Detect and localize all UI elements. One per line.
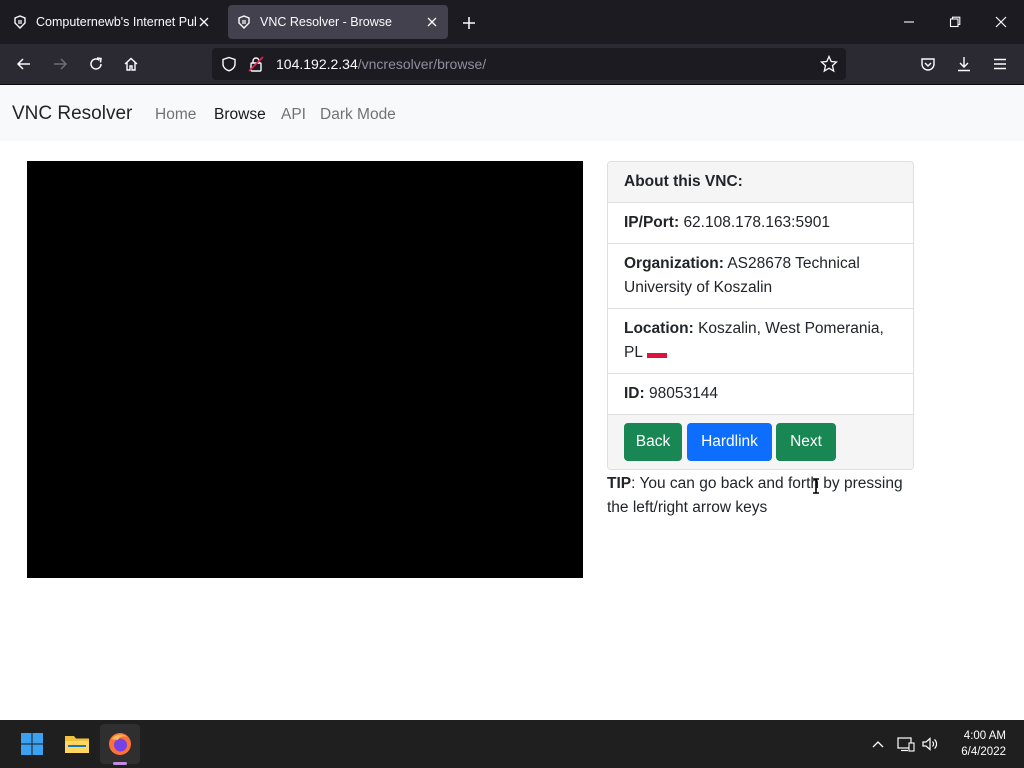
site-navbar: VNC Resolver Home Browse API Dark Mode: [0, 85, 1024, 141]
tab-title: VNC Resolver - Browse: [260, 15, 392, 29]
home-icon: [124, 57, 138, 71]
menu-button[interactable]: [986, 50, 1014, 78]
organization-row: Organization: AS28678 Technical Universi…: [608, 244, 913, 309]
speaker-icon: [922, 737, 938, 751]
close-icon: [995, 16, 1007, 28]
forward-button[interactable]: [46, 50, 74, 78]
url-bar[interactable]: 104.192.2.34/vncresolver/browse/: [212, 48, 846, 80]
text-cursor-icon: [813, 478, 819, 494]
pocket-icon: [921, 58, 935, 71]
nav-link-browse[interactable]: Browse: [214, 106, 266, 124]
arrow-right-icon: [54, 58, 68, 70]
browser-tab-bar: Computernewb's Internet Pub H VNC Resolv…: [0, 0, 1024, 44]
url-text[interactable]: 104.192.2.34/vncresolver/browse/: [276, 56, 486, 72]
vnc-info-card: About this VNC: IP/Port: 62.108.178.163:…: [607, 161, 914, 470]
home-button[interactable]: [117, 50, 145, 78]
tab-title: Computernewb's Internet Pub H: [36, 15, 196, 29]
id-label: ID:: [624, 385, 645, 402]
id-value: 98053144: [648, 385, 718, 402]
back-page-button[interactable]: Back: [624, 423, 682, 461]
clock-time: 4:00 AM: [963, 730, 1006, 742]
nav-link-home[interactable]: Home: [155, 106, 196, 124]
start-button[interactable]: [12, 724, 52, 764]
id-row: ID: 98053144: [608, 374, 913, 415]
insecure-lock-icon[interactable]: [248, 56, 264, 72]
tip-body: : You can go back and forth by pressing …: [607, 475, 903, 516]
tab-vnc-resolver[interactable]: VNC Resolver - Browse: [228, 5, 448, 39]
show-hidden-icons-button[interactable]: [867, 732, 889, 756]
bookmark-star-icon[interactable]: [820, 55, 838, 73]
close-tab-icon[interactable]: [196, 14, 212, 30]
url-host: 104.192.2.34: [276, 56, 358, 72]
card-footer: Back Hardlink Next: [608, 415, 913, 469]
network-button[interactable]: [895, 732, 917, 756]
reload-icon: [90, 57, 102, 70]
close-window-button[interactable]: [986, 8, 1016, 36]
tip-text: TIP: You can go back and forth by pressi…: [607, 472, 917, 520]
pocket-button[interactable]: [914, 50, 942, 78]
downloads-button[interactable]: [950, 50, 978, 78]
site-favicon-icon: [238, 15, 250, 29]
next-page-button[interactable]: Next: [776, 423, 836, 461]
ip-port-value: 62.108.178.163:5901: [683, 214, 830, 231]
folder-icon: [65, 736, 89, 753]
download-icon: [958, 57, 970, 72]
ip-port-label: IP/Port:: [624, 214, 680, 231]
location-row: Location: Koszalin, West Pomerania, PL: [608, 309, 913, 374]
firefox-taskbar-button[interactable]: [100, 724, 140, 764]
hardlink-button[interactable]: Hardlink: [687, 423, 772, 461]
hamburger-menu-icon: [994, 58, 1006, 70]
volume-button[interactable]: [920, 732, 942, 756]
ip-port-row: IP/Port: 62.108.178.163:5901: [608, 203, 913, 244]
back-button[interactable]: [10, 50, 38, 78]
tab-computernewb-pub[interactable]: Computernewb's Internet Pub H: [4, 5, 220, 39]
new-tab-button[interactable]: [456, 10, 482, 36]
minimize-icon: [904, 21, 914, 23]
site-brand[interactable]: VNC Resolver: [12, 103, 132, 125]
taskbar-clock[interactable]: 4:00 AM 6/4/2022: [961, 728, 1006, 760]
restore-icon: [949, 16, 961, 28]
minimize-button[interactable]: [894, 8, 924, 36]
shield-icon[interactable]: [221, 56, 237, 72]
chevron-up-icon: [872, 741, 884, 748]
nav-link-dark-mode[interactable]: Dark Mode: [320, 106, 396, 124]
file-explorer-button[interactable]: [57, 724, 97, 764]
card-header: About this VNC:: [608, 162, 913, 203]
reload-button[interactable]: [82, 50, 110, 78]
url-path: /vncresolver/browse/: [357, 56, 487, 72]
active-app-indicator: [113, 762, 127, 765]
clock-date: 6/4/2022: [961, 746, 1006, 758]
close-tab-icon[interactable]: [424, 14, 440, 30]
firefox-icon: [109, 733, 131, 755]
browser-toolbar: 104.192.2.34/vncresolver/browse/: [0, 44, 1024, 85]
arrow-left-icon: [16, 58, 30, 70]
vnc-screenshot: [27, 161, 583, 578]
tip-label: TIP: [607, 475, 632, 492]
network-icon: [897, 737, 915, 752]
poland-flag-icon: [646, 348, 667, 358]
plus-icon: [463, 17, 475, 29]
nav-link-api[interactable]: API: [281, 106, 306, 124]
taskbar: 4:00 AM 6/4/2022: [0, 720, 1024, 768]
location-label: Location:: [624, 320, 694, 337]
site-favicon-icon: [14, 15, 26, 29]
restore-button[interactable]: [940, 8, 970, 36]
windows-logo-icon: [21, 733, 43, 755]
organization-label: Organization:: [624, 255, 724, 272]
